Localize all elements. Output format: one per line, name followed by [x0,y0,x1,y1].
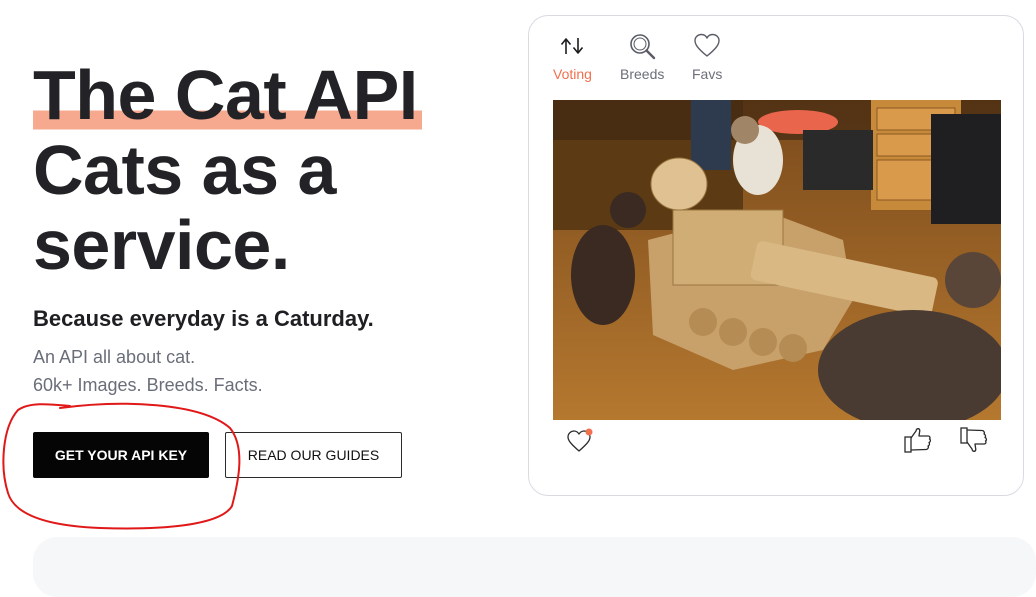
read-guides-button[interactable]: READ OUR GUIDES [225,432,402,478]
vote-arrows-icon [561,38,584,54]
tab-favs-label: Favs [692,66,723,82]
get-api-key-button[interactable]: GET YOUR API KEY [33,432,209,478]
heart-icon [694,33,720,57]
tagline: Because everyday is a Caturday. [33,306,374,331]
thumbs-up-icon [904,428,932,453]
tab-voting-label: Voting [553,66,592,82]
description-line-1: An API all about cat. [33,347,196,367]
cat-photo [553,100,1001,420]
hero-title: The Cat API Cats as a service. [33,56,422,284]
voting-card: Voting Breeds Favs [528,15,1024,496]
cat-image [553,100,1001,420]
tab-voting[interactable]: Voting [553,32,592,82]
hero-title-line-1: The Cat API [33,56,422,134]
tab-breeds-label: Breeds [620,66,665,82]
tab-favs[interactable]: Favs [692,32,722,82]
hero-title-line-2: Cats as a [33,131,336,209]
vote-up-button[interactable] [903,425,933,460]
description-line-2: 60k+ Images. Breeds. Facts. [33,375,263,395]
vote-down-button[interactable] [959,425,989,460]
hero-title-line-3: service. [33,206,290,284]
heart-icon [567,428,593,452]
thumbs-down-icon [960,427,988,452]
favourite-button[interactable] [567,427,595,458]
tab-breeds[interactable]: Breeds [620,32,664,82]
search-icon [630,34,656,60]
bottom-panel [33,537,1036,597]
